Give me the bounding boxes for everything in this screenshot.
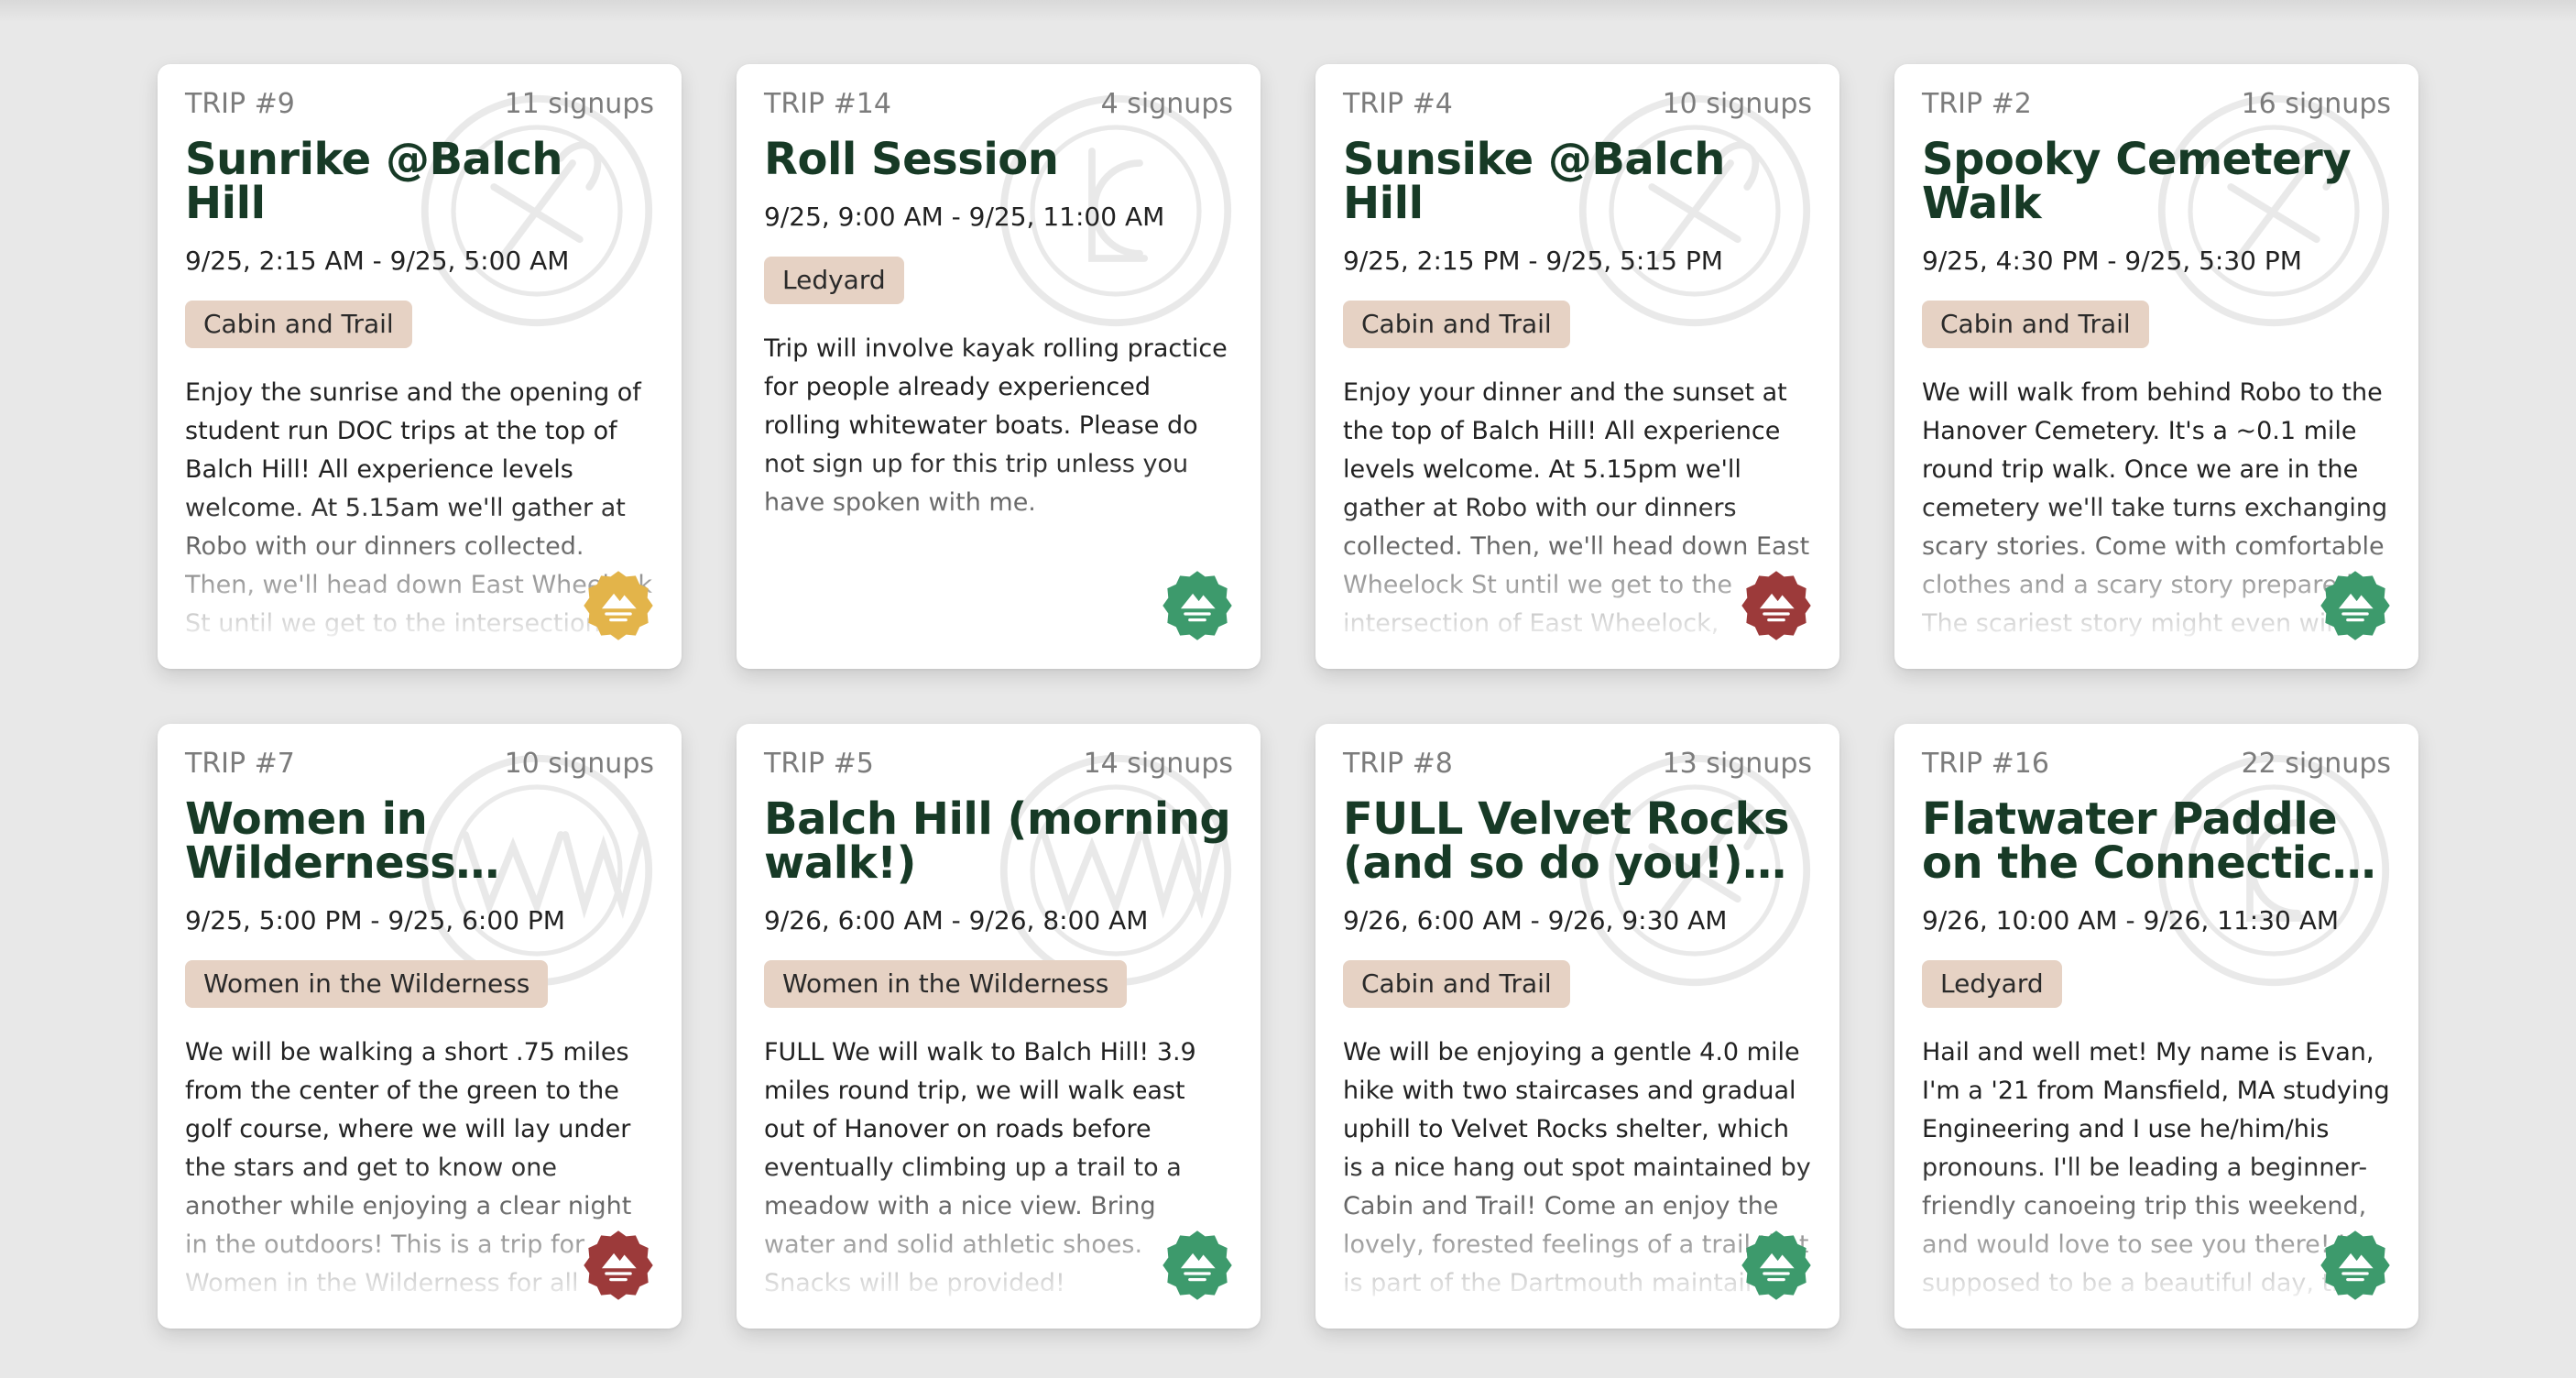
club-tag[interactable]: Cabin and Trail (1922, 300, 2149, 348)
club-tag[interactable]: Cabin and Trail (1343, 959, 1570, 1008)
trip-number: TRIP #16 (1922, 748, 2049, 780)
signup-count: 14 signups (1083, 748, 1233, 780)
club-tag[interactable]: Women in the Wilderness (764, 959, 1128, 1008)
trip-title[interactable]: Sunrike @Balch Hill (185, 137, 654, 225)
signup-count: 16 signups (2241, 88, 2391, 120)
mountain-badge-icon (584, 1230, 653, 1300)
trip-number: TRIP #14 (764, 88, 891, 120)
signup-count: 22 signups (2241, 748, 2391, 780)
trip-time: 9/26, 6:00 AM - 9/26, 9:30 AM (1343, 905, 1728, 935)
trip-card[interactable]: TRIP #5 14 signups Balch Hill (morning w… (737, 724, 1261, 1329)
mountain-badge-icon (584, 571, 653, 640)
trip-card[interactable]: TRIP #16 22 signups Flatwater Paddle on … (1894, 724, 2418, 1329)
trip-time: 9/25, 2:15 AM - 9/25, 5:00 AM (185, 246, 570, 276)
trip-time: 9/25, 9:00 AM - 9/25, 11:00 AM (764, 202, 1165, 232)
trip-time: 9/25, 2:15 PM - 9/25, 5:15 PM (1343, 246, 1723, 276)
mountain-badge-icon (1741, 571, 1811, 640)
trip-time: 9/25, 4:30 PM - 9/25, 5:30 PM (1922, 246, 2302, 276)
trip-title[interactable]: Roll Session (764, 137, 1233, 181)
trip-grid: TRIP #9 11 signups Sunrike @Balch Hill 9… (158, 64, 2418, 1329)
trip-description: Trip will involve kayak rolling practice… (764, 334, 1228, 517)
mountain-badge-icon (1741, 1230, 1811, 1300)
signup-count: 10 signups (504, 748, 654, 780)
trip-title[interactable]: Sunsike @Balch Hill (1343, 137, 1812, 225)
trip-time: 9/26, 6:00 AM - 9/26, 8:00 AM (764, 905, 1149, 935)
trip-time: 9/25, 5:00 PM - 9/25, 6:00 PM (185, 905, 565, 935)
trip-title[interactable]: Balch Hill (morning walk!) (764, 797, 1233, 885)
trip-card[interactable]: TRIP #9 11 signups Sunrike @Balch Hill 9… (158, 64, 682, 669)
trip-card[interactable]: TRIP #8 13 signups FULL Velvet Rocks (an… (1315, 724, 1839, 1329)
club-tag[interactable]: Cabin and Trail (185, 300, 412, 348)
trip-time: 9/26, 10:00 AM - 9/26, 11:30 AM (1922, 905, 2340, 935)
top-shadow (0, 0, 2576, 22)
trip-card[interactable]: TRIP #7 10 signups Women in Wilderness S… (158, 724, 682, 1329)
trip-title[interactable]: Women in Wilderness Stargazing on th... (185, 797, 654, 885)
trip-title[interactable]: Spooky Cemetery Walk (1922, 137, 2391, 225)
trip-number: TRIP #9 (185, 88, 295, 120)
signup-count: 4 signups (1100, 88, 1233, 120)
trip-title[interactable]: FULL Velvet Rocks (and so do you!) Hike (1343, 797, 1812, 885)
club-tag[interactable]: Women in the Wilderness (185, 959, 549, 1008)
mountain-badge-icon (1162, 1230, 1232, 1300)
club-tag[interactable]: Ledyard (764, 256, 904, 304)
trip-title[interactable]: Flatwater Paddle on the Connecticut ... (1922, 797, 2391, 885)
trip-number: TRIP #4 (1343, 88, 1453, 120)
signup-count: 11 signups (504, 88, 654, 120)
signup-count: 13 signups (1662, 748, 1812, 780)
club-tag[interactable]: Ledyard (1922, 959, 2062, 1008)
mountain-badge-icon (2320, 1230, 2390, 1300)
trip-card[interactable]: TRIP #14 4 signups Roll Session 9/25, 9:… (737, 64, 1261, 669)
mountain-badge-icon (1162, 571, 1232, 640)
club-tag[interactable]: Cabin and Trail (1343, 300, 1570, 348)
trip-number: TRIP #2 (1922, 88, 2032, 120)
trip-card[interactable]: TRIP #4 10 signups Sunsike @Balch Hill 9… (1315, 64, 1839, 669)
signup-count: 10 signups (1662, 88, 1812, 120)
trip-number: TRIP #8 (1343, 748, 1453, 780)
trip-number: TRIP #7 (185, 748, 295, 780)
trip-number: TRIP #5 (764, 748, 874, 780)
mountain-badge-icon (2320, 571, 2390, 640)
trip-card[interactable]: TRIP #2 16 signups Spooky Cemetery Walk … (1894, 64, 2418, 669)
